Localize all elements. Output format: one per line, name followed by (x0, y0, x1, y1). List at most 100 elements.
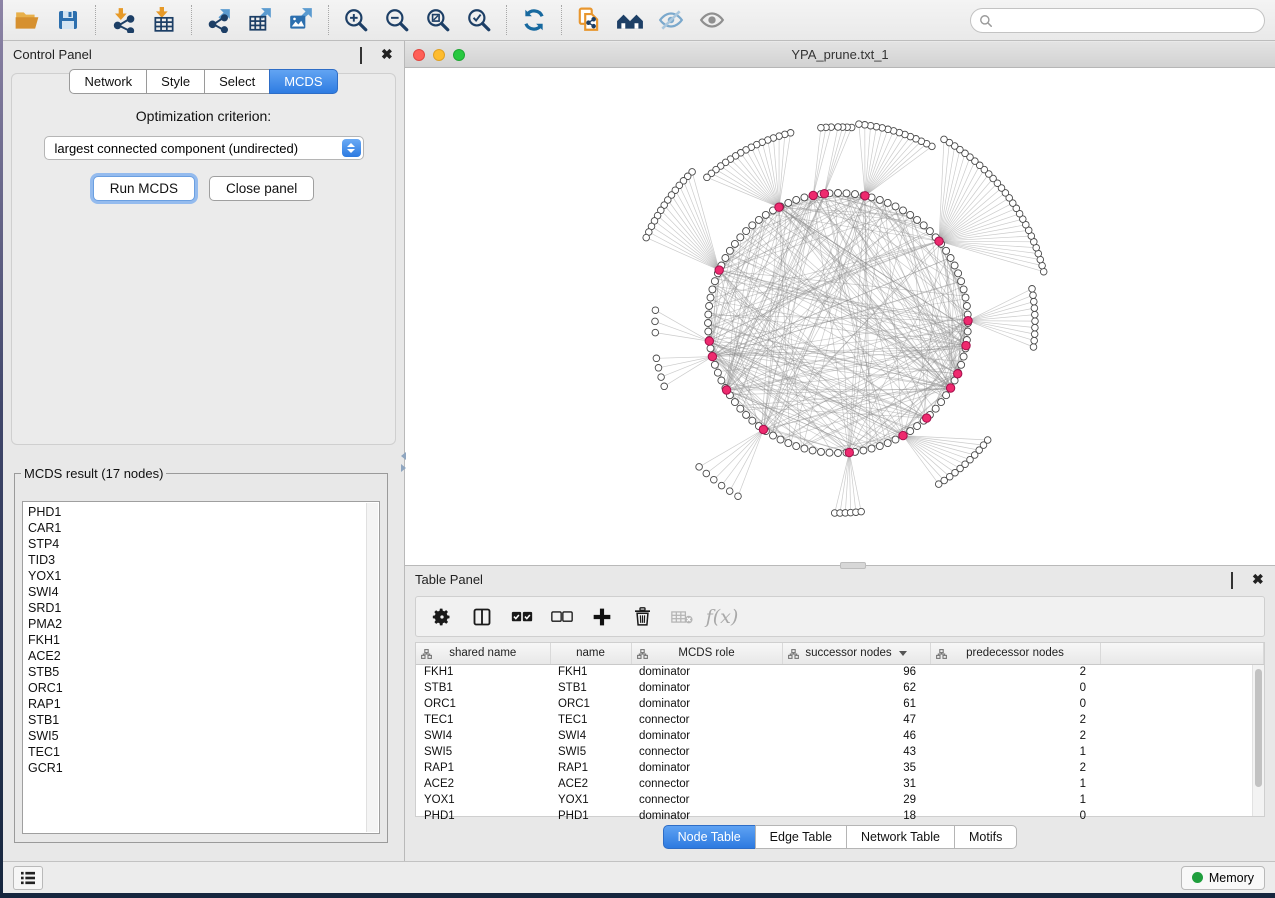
export-table-icon[interactable] (246, 6, 274, 34)
list-icon[interactable] (13, 866, 43, 890)
column-header-predecessor-nodes[interactable]: predecessor nodes (930, 643, 1100, 664)
tab-mcds[interactable]: MCDS (269, 69, 337, 94)
status-bar: Memory (3, 861, 1275, 893)
table-row[interactable]: YOX1YOX1connector291 (416, 792, 1264, 808)
network-canvas[interactable] (405, 68, 1275, 565)
network-graph[interactable] (405, 68, 1275, 565)
show-all-icon[interactable] (698, 6, 726, 34)
table-scrollbar[interactable] (1252, 665, 1264, 816)
splitter-collapse-buttons[interactable] (401, 452, 409, 474)
column-header-name[interactable]: name (550, 643, 631, 664)
network-titlebar[interactable]: YPA_prune.txt_1 (405, 42, 1275, 68)
search-icon (979, 14, 993, 28)
table-panel-title: Table Panel (415, 572, 483, 587)
column-header-successor-nodes[interactable]: successor nodes (782, 643, 930, 664)
zoom-selected-icon[interactable] (465, 6, 493, 34)
table-row[interactable]: STB1STB1dominator620 (416, 680, 1264, 696)
mcds-result-item[interactable]: YOX1 (28, 568, 379, 584)
mcds-result-item[interactable]: STB5 (28, 664, 379, 680)
search-container (970, 8, 1265, 33)
columns-icon[interactable] (470, 605, 494, 629)
deselect-all-icon-svg (551, 608, 573, 626)
zoom-out-icon-svg (384, 7, 410, 33)
toolbar-separator (191, 5, 192, 35)
mcds-result-item[interactable]: TID3 (28, 552, 379, 568)
mcds-result-item[interactable]: RAP1 (28, 696, 379, 712)
tab-motifs[interactable]: Motifs (954, 825, 1017, 849)
criterion-dropdown[interactable]: largest connected component (undirected) (44, 136, 364, 160)
table-row[interactable]: SWI4SWI4dominator462 (416, 728, 1264, 744)
mcds-result-item[interactable]: STB1 (28, 712, 379, 728)
hide-selected-icon[interactable] (657, 6, 685, 34)
add-icon[interactable] (590, 605, 614, 629)
memory-button[interactable]: Memory (1181, 866, 1265, 890)
zoom-in-icon[interactable] (342, 6, 370, 34)
tab-network[interactable]: Network (69, 69, 146, 94)
table-panel: Table Panel ✖ (405, 565, 1275, 861)
mcds-result-item[interactable]: ORC1 (28, 680, 379, 696)
run-mcds-button[interactable]: Run MCDS (93, 176, 195, 201)
tab-edge-table[interactable]: Edge Table (755, 825, 846, 849)
mcds-result-items: PHD1CAR1STP4TID3YOX1SWI4SRD1PMA2FKH1ACE2… (23, 502, 379, 776)
save-icon[interactable] (54, 6, 82, 34)
network-title: YPA_prune.txt_1 (405, 47, 1275, 62)
zoom-fit-icon[interactable] (424, 6, 452, 34)
mcds-result-item[interactable]: PHD1 (28, 504, 379, 520)
deselect-all-icon[interactable] (550, 605, 574, 629)
zoom-out-icon[interactable] (383, 6, 411, 34)
column-header-MCDS-role[interactable]: MCDS role (631, 643, 782, 664)
export-network-icon[interactable] (205, 6, 233, 34)
export-image-icon[interactable] (287, 6, 315, 34)
table-row[interactable]: PHD1PHD1dominator180 (416, 808, 1264, 824)
mcds-result-item[interactable]: GCR1 (28, 760, 379, 776)
table-row[interactable]: ORC1ORC1dominator610 (416, 696, 1264, 712)
delete-column-icon-svg (671, 609, 693, 625)
tab-style[interactable]: Style (146, 69, 204, 94)
table-row[interactable]: TEC1TEC1connector472 (416, 712, 1264, 728)
table-row[interactable]: ACE2ACE2connector311 (416, 776, 1264, 792)
toolbar-separator (506, 5, 507, 35)
import-network-icon[interactable] (109, 6, 137, 34)
mcds-result-legend: MCDS result (17 nodes) (21, 466, 166, 481)
refresh-icon[interactable] (520, 6, 548, 34)
trash-icon[interactable] (630, 605, 654, 629)
tab-node-table[interactable]: Node Table (663, 825, 755, 849)
table-row[interactable]: SWI5SWI5connector431 (416, 744, 1264, 760)
mcds-result-item[interactable]: SRD1 (28, 600, 379, 616)
app-window: Control Panel ✖ NetworkStyleSelectMCDS O… (3, 0, 1275, 893)
mcds-result-item[interactable]: ACE2 (28, 648, 379, 664)
import-table-icon[interactable] (150, 6, 178, 34)
zoom-selected-icon-svg (466, 7, 492, 33)
gear-icon[interactable] (430, 605, 454, 629)
column-header-shared-name[interactable]: shared name (416, 643, 550, 664)
open-file-icon-svg (14, 7, 40, 33)
mcds-result-item[interactable]: FKH1 (28, 632, 379, 648)
search-input[interactable] (970, 8, 1265, 33)
open-file-icon[interactable] (13, 6, 41, 34)
first-neighbors-icon[interactable] (616, 6, 644, 34)
mcds-result-item[interactable]: STP4 (28, 536, 379, 552)
tab-network-table[interactable]: Network Table (846, 825, 954, 849)
close-table-panel-icon[interactable]: ✖ (1252, 573, 1265, 586)
tab-select[interactable]: Select (204, 69, 269, 94)
close-panel-button[interactable]: Close panel (209, 176, 314, 201)
float-panel-icon[interactable] (360, 48, 373, 61)
delete-column-icon (670, 605, 694, 629)
mcds-list-scrollbar[interactable] (366, 503, 378, 832)
duplicate-network-icon[interactable] (575, 6, 603, 34)
mcds-result-item[interactable]: PMA2 (28, 616, 379, 632)
main-toolbar (3, 0, 1275, 41)
memory-dot (1192, 872, 1203, 883)
mcds-result-list[interactable]: PHD1CAR1STP4TID3YOX1SWI4SRD1PMA2FKH1ACE2… (22, 501, 380, 834)
mcds-result-item[interactable]: CAR1 (28, 520, 379, 536)
float-table-panel-icon[interactable] (1231, 573, 1244, 586)
mcds-result-item[interactable]: SWI5 (28, 728, 379, 744)
mcds-result-item[interactable]: SWI4 (28, 584, 379, 600)
splitter-drag-handle[interactable] (840, 562, 866, 569)
table-row[interactable]: RAP1RAP1dominator352 (416, 760, 1264, 776)
table-scrollbar-thumb[interactable] (1255, 669, 1262, 787)
mcds-result-item[interactable]: TEC1 (28, 744, 379, 760)
select-all-icon[interactable] (510, 605, 534, 629)
table-row[interactable]: FKH1FKH1dominator962 (416, 664, 1264, 680)
close-panel-icon[interactable]: ✖ (381, 48, 394, 61)
